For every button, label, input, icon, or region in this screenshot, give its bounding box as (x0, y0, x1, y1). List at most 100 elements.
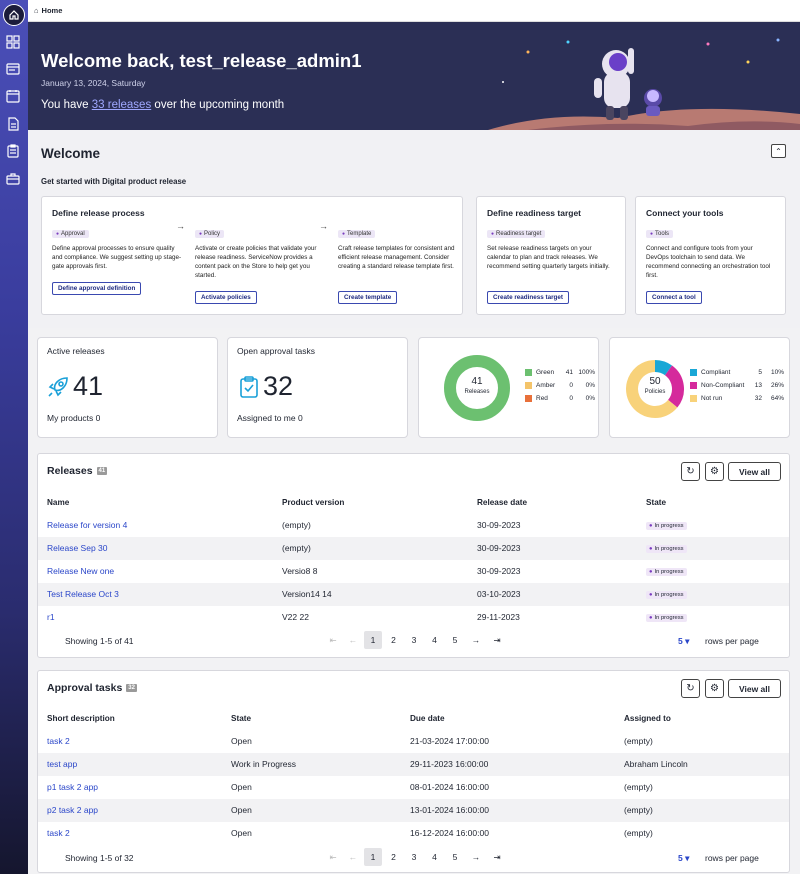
rows-per-page-select[interactable]: 5 ▾ (678, 853, 689, 864)
page-5-button[interactable]: 5 (446, 631, 464, 649)
refresh-button[interactable]: ↻ (681, 462, 700, 481)
connect-tool-button[interactable]: Connect a tool (646, 291, 702, 304)
table-row[interactable]: p1 task 2 app Open 08-01-2024 16:00:00 (emp… (38, 776, 789, 799)
define-approval-button[interactable]: Define approval definition (52, 282, 142, 295)
welcome-title: Welcome (41, 146, 101, 161)
row-link[interactable]: test app (47, 759, 77, 769)
table-cell: (empty) (282, 543, 311, 553)
hero-msg-pre: You have (41, 99, 89, 111)
legend-value: 0 (569, 382, 573, 389)
rows-per-page-select[interactable]: 5 ▾ (678, 636, 689, 647)
row-link[interactable]: task 2 (47, 828, 70, 838)
row-link[interactable]: task 2 (47, 736, 70, 746)
table-cell: Open (231, 828, 252, 838)
board-icon[interactable] (6, 62, 22, 78)
welcome-section: Welcome ⌃ Get started with Digital produ… (28, 130, 800, 328)
activate-policies-button[interactable]: Activate policies (195, 291, 257, 304)
table-row[interactable]: Test Release Oct 3 Version14 14 03-10-2023… (38, 583, 789, 606)
page-2-button[interactable]: 2 (385, 848, 403, 866)
refresh-icon: ↻ (686, 466, 695, 477)
toolbox-icon[interactable] (6, 172, 22, 188)
table-cell: (empty) (624, 805, 653, 815)
open-approvals-card[interactable]: Open approval tasks 32 Assigned to me 0 (227, 337, 408, 438)
page-2-button[interactable]: 2 (385, 631, 403, 649)
step-approval: Approval Define approval processes to en… (52, 222, 182, 271)
table-row[interactable]: task 2 Open 21-03-2024 17:00:00 (empty) (38, 730, 789, 753)
table-cell: Open (231, 805, 252, 815)
row-link[interactable]: Release Sep 30 (47, 543, 108, 553)
settings-button[interactable]: ⚙ (705, 462, 724, 481)
row-link[interactable]: Release New one (47, 566, 114, 576)
page-4-button[interactable]: 4 (426, 848, 444, 866)
active-releases-card[interactable]: Active releases 41 My products 0 (37, 337, 218, 438)
first-page-icon[interactable]: ⇤ (324, 631, 342, 649)
view-all-releases-button[interactable]: View all (728, 462, 781, 481)
rows-per-page-value: 5 (678, 853, 683, 863)
grid-icon[interactable] (6, 35, 22, 51)
create-template-button[interactable]: Create template (338, 291, 398, 304)
col-release-date[interactable]: Release date (477, 498, 527, 507)
col-due-date[interactable]: Due date (410, 714, 445, 723)
table-cell: (empty) (624, 782, 653, 792)
my-products-count: My products 0 (47, 413, 101, 423)
page-3-button[interactable]: 3 (405, 848, 423, 866)
table-row[interactable]: task 2 Open 16-12-2024 16:00:00 (empty) (38, 822, 789, 845)
approvals-header: Approval tasks 32 (47, 682, 137, 694)
hero-banner: Welcome back, test_release_admin1 Januar… (28, 22, 800, 130)
page-4-button[interactable]: 4 (426, 631, 444, 649)
row-link[interactable]: p2 task 2 app (47, 805, 98, 815)
col-state[interactable]: State (646, 498, 666, 507)
page-3-button[interactable]: 3 (405, 631, 423, 649)
page-1-button[interactable]: 1 (364, 631, 382, 649)
legend-item: Non-Compliant 13 26% (690, 379, 784, 392)
clipboard-icon[interactable] (6, 144, 22, 160)
releases-showing: Showing 1-5 of 41 (65, 636, 134, 646)
col-name[interactable]: Name (47, 498, 69, 507)
legend-percent: 26% (770, 382, 784, 389)
table-row[interactable]: test app Work in Progress 29-11-2023 16:00… (38, 753, 789, 776)
upcoming-releases-link[interactable]: 33 releases (92, 99, 151, 111)
create-readiness-target-button[interactable]: Create readiness target (487, 291, 569, 304)
table-row[interactable]: Release for version 4 (empty) 30-09-2023 In… (38, 514, 789, 537)
legend-item: Red 0 0% (525, 392, 595, 405)
releases-donut-card: 41 Releases Green 41 100% Amber 0 0% Red 0 0% (418, 337, 599, 438)
col-state[interactable]: State (231, 714, 251, 723)
row-link[interactable]: Test Release Oct 3 (47, 589, 119, 599)
settings-button[interactable]: ⚙ (705, 679, 724, 698)
calendar-icon[interactable] (6, 89, 22, 105)
table-row[interactable]: Release Sep 30 (empty) 30-09-2023 In progre… (38, 537, 789, 560)
release-process-card: Define release process Approval Define a… (41, 196, 463, 315)
row-link[interactable]: p1 task 2 app (47, 782, 98, 792)
breadcrumb-home[interactable]: Home (42, 6, 63, 15)
legend-label: Not run (701, 395, 723, 402)
legend-value: 32 (754, 395, 762, 402)
col-assigned-to[interactable]: Assigned to (624, 714, 671, 723)
donut-center-value: 41 (471, 376, 483, 387)
legend-value: 0 (569, 395, 573, 402)
table-row[interactable]: Release New one Versio8 8 30-09-2023 In pro… (38, 560, 789, 583)
refresh-button[interactable]: ↻ (681, 679, 700, 698)
first-page-icon[interactable]: ⇤ (324, 848, 342, 866)
readiness-pill: Readiness target (487, 230, 546, 238)
prev-page-icon[interactable]: ← (344, 631, 362, 649)
col-short-description[interactable]: Short description (47, 714, 115, 723)
row-link[interactable]: r1 (47, 612, 55, 622)
col-product-version[interactable]: Product version (282, 498, 344, 507)
last-page-icon[interactable]: ⇥ (488, 848, 506, 866)
table-row[interactable]: r1 V22 22 29-11-2023 In progress (38, 606, 789, 629)
table-cell: Abraham Lincoln (624, 759, 688, 769)
collapse-button[interactable]: ⌃ (771, 144, 786, 158)
document-icon[interactable] (6, 117, 22, 133)
row-link[interactable]: Release for version 4 (47, 520, 127, 530)
page-1-button[interactable]: 1 (364, 848, 382, 866)
tools-pill: Tools (646, 230, 674, 238)
next-page-icon[interactable]: → (467, 631, 485, 649)
page-5-button[interactable]: 5 (446, 848, 464, 866)
view-all-approvals-button[interactable]: View all (728, 679, 781, 698)
next-page-icon[interactable]: → (467, 848, 485, 866)
home-icon[interactable] (3, 4, 25, 26)
last-page-icon[interactable]: ⇥ (488, 631, 506, 649)
table-row[interactable]: p2 task 2 app Open 13-01-2024 16:00:00 (emp… (38, 799, 789, 822)
legend-label: Amber (536, 382, 556, 389)
prev-page-icon[interactable]: ← (344, 848, 362, 866)
